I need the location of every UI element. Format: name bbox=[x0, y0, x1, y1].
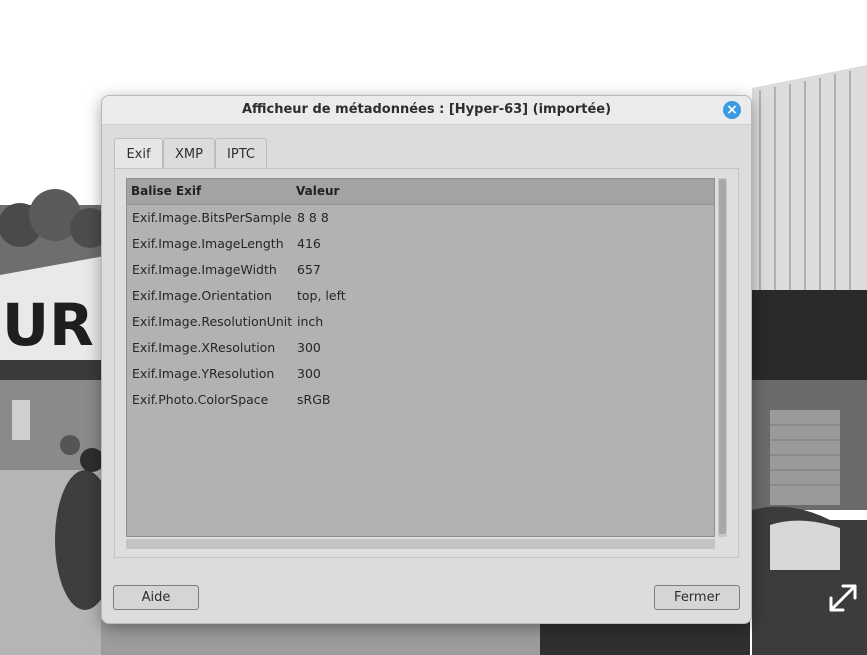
table-row[interactable]: Exif.Image.BitsPerSample 8 8 8 bbox=[127, 205, 714, 231]
close-icon[interactable]: × bbox=[723, 101, 741, 119]
horizontal-scrollbar[interactable] bbox=[126, 539, 715, 549]
row-tag: Exif.Image.YResolution bbox=[132, 366, 275, 381]
metadata-dialog: Afficheur de métadonnées : [Hyper-63] (i… bbox=[101, 95, 752, 624]
row-tag: Exif.Image.BitsPerSample bbox=[132, 210, 292, 225]
row-tag: Exif.Image.XResolution bbox=[132, 340, 276, 355]
row-value: 8 8 8 bbox=[297, 210, 329, 225]
row-tag: Exif.Image.ResolutionUnit bbox=[132, 314, 293, 329]
row-tag: Exif.Image.ImageLength bbox=[132, 236, 284, 251]
column-header-value[interactable]: Valeur bbox=[296, 179, 339, 204]
title-bar: Afficheur de métadonnées : [Hyper-63] (i… bbox=[102, 96, 751, 125]
row-tag: Exif.Photo.ColorSpace bbox=[132, 392, 269, 407]
vertical-scrollbar[interactable] bbox=[718, 178, 727, 537]
expand-icon[interactable] bbox=[825, 580, 861, 616]
close-button[interactable]: Fermer bbox=[654, 585, 740, 610]
row-value: 300 bbox=[297, 340, 321, 355]
table-row[interactable]: Exif.Image.ImageLength 416 bbox=[127, 231, 714, 257]
row-value: sRGB bbox=[297, 392, 331, 407]
table-row[interactable]: Exif.Image.ResolutionUnit inch bbox=[127, 309, 714, 335]
dialog-title: Afficheur de métadonnées : [Hyper-63] (i… bbox=[241, 102, 612, 117]
row-tag: Exif.Image.Orientation bbox=[132, 288, 272, 303]
table-body: Exif.Image.BitsPerSample 8 8 8 Exif.Imag… bbox=[127, 205, 714, 413]
row-value: top, left bbox=[297, 288, 346, 303]
row-value: 657 bbox=[297, 262, 321, 277]
tab-xmp[interactable]: XMP bbox=[163, 138, 215, 169]
vertical-scrollbar-thumb[interactable] bbox=[719, 179, 726, 534]
tab-iptc[interactable]: IPTC bbox=[215, 138, 267, 169]
table-row[interactable]: Exif.Image.XResolution 300 bbox=[127, 335, 714, 361]
row-value: 416 bbox=[297, 236, 321, 251]
table-row[interactable]: Exif.Photo.ColorSpace sRGB bbox=[127, 387, 714, 413]
table-row[interactable]: Exif.Image.YResolution 300 bbox=[127, 361, 714, 387]
table-row[interactable]: Exif.Image.ImageWidth 657 bbox=[127, 257, 714, 283]
tab-exif[interactable]: Exif bbox=[114, 138, 163, 169]
row-value: 300 bbox=[297, 366, 321, 381]
table-row[interactable]: Exif.Image.Orientation top, left bbox=[127, 283, 714, 309]
column-header-tag[interactable]: Balise Exif bbox=[131, 179, 201, 204]
row-value: inch bbox=[297, 314, 324, 329]
sign-text: UR bbox=[2, 291, 94, 359]
row-tag: Exif.Image.ImageWidth bbox=[132, 262, 277, 277]
table-header: Balise Exif Valeur bbox=[127, 179, 714, 205]
exif-panel: Balise Exif Valeur Exif.Image.BitsPerSam… bbox=[114, 168, 739, 558]
exif-table[interactable]: Balise Exif Valeur Exif.Image.BitsPerSam… bbox=[126, 178, 715, 537]
help-button[interactable]: Aide bbox=[113, 585, 199, 610]
